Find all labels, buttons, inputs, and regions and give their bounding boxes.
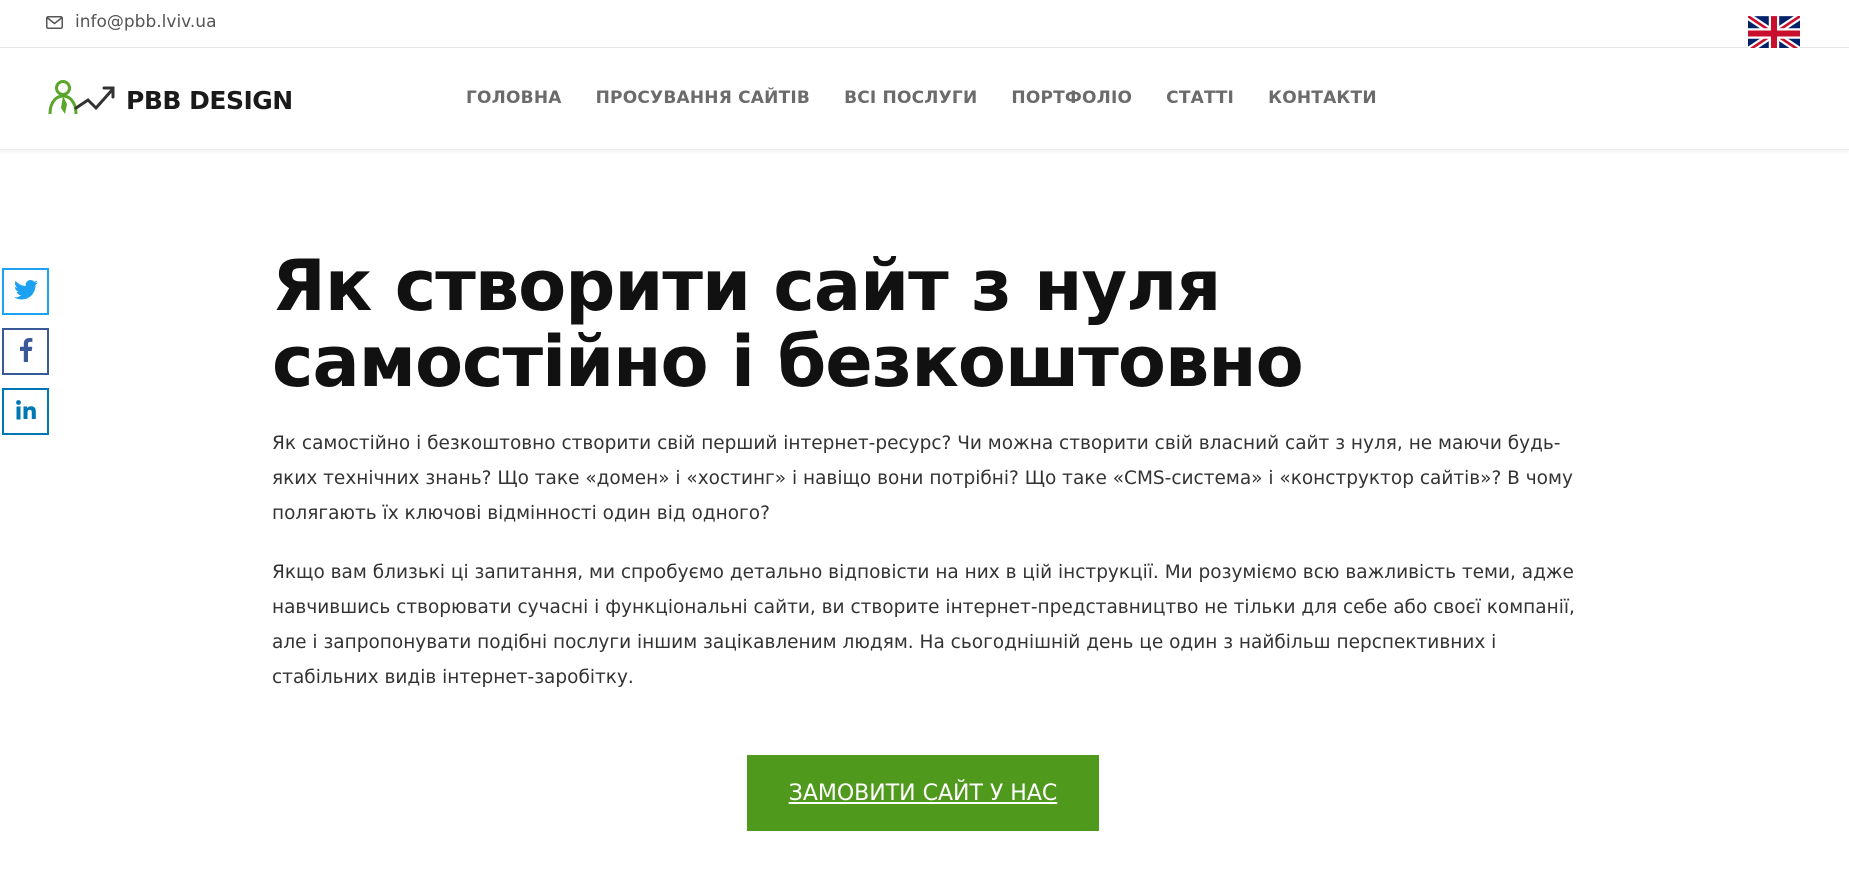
email-link[interactable]: info@pbb.lviv.ua	[46, 12, 217, 32]
email-text: info@pbb.lviv.ua	[75, 12, 217, 32]
page-title-line-2: самостійно і безкоштовно	[272, 321, 1304, 403]
nav-item-seo[interactable]: ПРОСУВАННЯ САЙТІВ	[596, 88, 810, 108]
intro-paragraph: Як самостійно і безкоштовно створити сві…	[272, 433, 1573, 524]
facebook-share-button[interactable]	[2, 328, 49, 375]
order-site-button[interactable]: ЗАМОВИТИ САЙТ У НАС	[747, 755, 1099, 831]
main-header: PBB DESIGN ГОЛОВНА ПРОСУВАННЯ САЙТІВ ВСІ…	[0, 48, 1849, 150]
page-title-line-1: Як створити сайт з нуля	[272, 245, 1221, 327]
top-bar: info@pbb.lviv.ua	[0, 0, 1849, 54]
linkedin-icon	[15, 399, 36, 424]
twitter-share-button[interactable]	[2, 268, 49, 315]
facebook-icon	[19, 337, 33, 366]
twitter-icon	[13, 279, 38, 304]
nav-item-portfolio[interactable]: ПОРТФОЛІО	[1011, 88, 1132, 108]
nav-item-contacts[interactable]: КОНТАКТИ	[1268, 88, 1377, 108]
page-title: Як створити сайт з нуля самостійно і без…	[272, 248, 1582, 400]
linkedin-share-button[interactable]	[2, 388, 49, 435]
nav-item-services[interactable]: ВСІ ПОСЛУГИ	[844, 88, 977, 108]
uk-flag-icon[interactable]	[1746, 13, 1802, 54]
article-content: Як створити сайт з нуля самостійно і без…	[272, 248, 1582, 695]
logo[interactable]: PBB DESIGN	[46, 78, 293, 122]
logo-icon	[46, 78, 116, 122]
nav-item-home[interactable]: ГОЛОВНА	[466, 88, 562, 108]
envelope-icon	[46, 15, 63, 29]
second-paragraph: Якщо вам близькі ці запитання, ми спробу…	[272, 562, 1575, 688]
social-share-bar	[2, 268, 49, 435]
main-nav: ГОЛОВНА ПРОСУВАННЯ САЙТІВ ВСІ ПОСЛУГИ ПО…	[466, 88, 1377, 108]
nav-item-articles[interactable]: СТАТТІ	[1166, 88, 1234, 108]
logo-text: PBB DESIGN	[126, 85, 293, 115]
